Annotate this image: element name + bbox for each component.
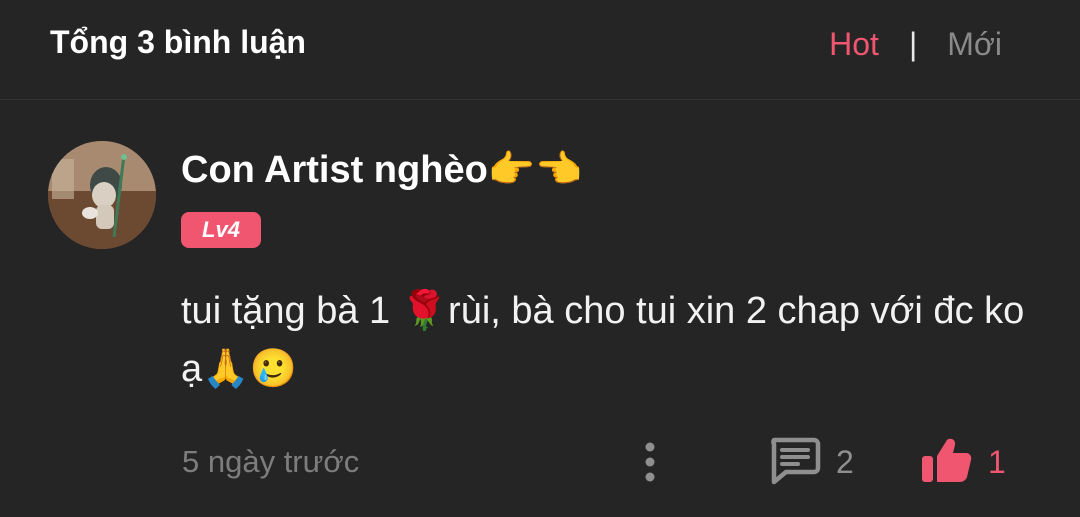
thumbs-up-icon[interactable] xyxy=(918,436,974,486)
comment-count-title: Tổng 3 bình luận xyxy=(50,24,306,60)
reply-count[interactable]: 2 xyxy=(836,444,854,481)
sort-hot-tab[interactable]: Hot xyxy=(829,26,879,63)
username[interactable]: Con Artist nghèo👉👈 xyxy=(181,148,582,192)
like-count[interactable]: 1 xyxy=(988,444,1006,481)
avatar[interactable] xyxy=(48,141,156,249)
level-badge: Lv4 xyxy=(181,212,261,248)
comment-timestamp: 5 ngày trước xyxy=(182,444,360,479)
comments-header: Tổng 3 bình luận Hot | Mới xyxy=(0,0,1080,100)
comment-bubble-icon[interactable] xyxy=(766,436,822,486)
sort-divider: | xyxy=(908,26,918,62)
comment-body: tui tặng bà 1 🌹rùi, bà cho tui xin 2 cha… xyxy=(181,290,1025,390)
sort-new-tab[interactable]: Mới xyxy=(947,26,1002,63)
sort-tabs: Hot | Mới xyxy=(829,26,1002,63)
more-vertical-icon[interactable] xyxy=(638,440,662,484)
